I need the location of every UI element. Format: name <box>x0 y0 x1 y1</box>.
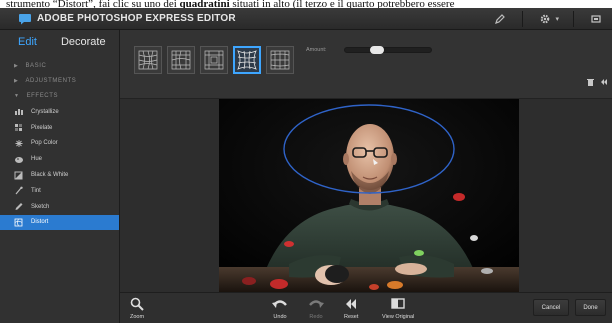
sidebar-item-crystallize[interactable]: Crystallize <box>0 104 119 120</box>
distort-options-bar: Amount: <box>120 30 612 99</box>
effects-list: Crystallize Pixelate Pop Color Hue Black… <box>0 104 119 231</box>
sidebar-item-label: Distort <box>31 219 49 226</box>
undo-icon <box>272 297 288 310</box>
view-original-label: View Original <box>382 314 415 320</box>
zoom-label: Zoom <box>130 314 145 320</box>
hue-icon <box>14 155 24 164</box>
sidebar-item-label: Black & White <box>31 172 69 179</box>
section-basic[interactable]: ▶ BASIC <box>0 58 119 73</box>
photoshop-express-editor: ADOBE PHOTOSHOP EXPRESS EDITOR ▾ Edit De… <box>0 8 612 323</box>
undo-label: Undo <box>273 314 287 320</box>
caption-text: strumento “Distort”, fai clic su uno dei <box>6 0 180 8</box>
section-label: EFFECTS <box>26 92 59 99</box>
reset-icon <box>345 297 357 310</box>
chevron-right-icon: ▶ <box>14 62 19 69</box>
cancel-button[interactable]: Cancel <box>533 299 569 316</box>
edit-sidebar: Edit Decorate ▶ BASIC ▶ ADJUSTMENTS ▼ EF… <box>0 30 120 323</box>
article-caption: strumento “Distort”, fai clic su uno dei… <box>0 0 612 8</box>
pixelate-icon <box>14 123 24 132</box>
title-bar: ADOBE PHOTOSHOP EXPRESS EDITOR ▾ <box>0 8 612 30</box>
distort-preset-4[interactable] <box>233 46 261 74</box>
divider <box>522 11 524 27</box>
panel-icons <box>587 78 608 88</box>
pen-icon[interactable] <box>492 12 508 26</box>
section-adjustments[interactable]: ▶ ADJUSTMENTS <box>0 73 119 88</box>
sidebar-item-pop-color[interactable]: Pop Color <box>0 136 119 152</box>
tab-decorate[interactable]: Decorate <box>61 36 106 48</box>
section-label: ADJUSTMENTS <box>25 77 77 84</box>
sidebar-item-pixelate[interactable]: Pixelate <box>0 120 119 136</box>
distort-preset-5[interactable] <box>266 46 294 74</box>
sidebar-item-label: Pop Color <box>31 140 58 147</box>
collapse-panel-icon[interactable] <box>600 78 608 88</box>
redo-button[interactable]: Redo <box>308 297 324 320</box>
chevron-down-icon[interactable]: ▾ <box>555 15 559 23</box>
app-title: ADOBE PHOTOSHOP EXPRESS EDITOR <box>37 13 236 24</box>
chevron-down-icon: ▼ <box>14 92 20 99</box>
view-original-icon <box>391 297 405 310</box>
sidebar-item-label: Pixelate <box>31 124 53 131</box>
section-effects[interactable]: ▼ EFFECTS <box>0 88 119 103</box>
tint-icon <box>14 186 24 195</box>
sketch-icon <box>14 202 24 211</box>
sidebar-item-sketch[interactable]: Sketch <box>0 199 119 215</box>
sidebar-item-black-white[interactable]: Black & White <box>0 167 119 183</box>
distort-preset-2[interactable] <box>167 46 195 74</box>
mode-tabs: Edit Decorate <box>0 30 119 54</box>
undo-button[interactable]: Undo <box>272 297 288 320</box>
distort-preset-3[interactable] <box>200 46 228 74</box>
reset-button[interactable]: Reset <box>344 297 358 320</box>
pop-color-icon <box>14 139 24 148</box>
sidebar-item-hue[interactable]: Hue <box>0 151 119 167</box>
edited-photo <box>219 99 519 292</box>
sidebar-item-tint[interactable]: Tint <box>0 183 119 199</box>
gear-icon[interactable] <box>537 12 553 26</box>
amount-label: Amount: <box>306 47 327 53</box>
sidebar-item-label: Hue <box>31 156 43 163</box>
crystallize-icon <box>14 107 24 116</box>
trash-icon[interactable] <box>587 78 594 88</box>
chevron-right-icon: ▶ <box>14 77 19 84</box>
distort-presets <box>134 46 294 74</box>
zoom-icon <box>130 297 144 311</box>
bottom-action-bar: Zoom Undo Redo Reset View Original Cance… <box>120 292 612 323</box>
sidebar-item-label: Sketch <box>31 203 50 210</box>
divider <box>573 11 574 27</box>
window-controls: ▾ <box>492 11 604 27</box>
black-white-icon <box>14 171 24 180</box>
caption-bold-text: quadratini <box>179 0 230 8</box>
tab-edit[interactable]: Edit <box>18 36 37 48</box>
amount-slider[interactable] <box>344 46 432 54</box>
redo-icon <box>308 297 324 310</box>
image-canvas[interactable] <box>120 99 612 292</box>
fullscreen-icon[interactable] <box>588 12 604 26</box>
distort-icon <box>14 218 24 227</box>
done-button[interactable]: Done <box>575 299 606 316</box>
distort-preset-1[interactable] <box>134 46 162 74</box>
amount-slider-handle[interactable] <box>370 46 384 54</box>
caption-text-end: situati in alto (il terzo e il quarto po… <box>229 0 455 8</box>
photoshop-express-logo-icon <box>18 13 32 25</box>
section-label: BASIC <box>25 62 47 69</box>
view-original-button[interactable]: View Original <box>382 297 414 320</box>
reset-label: Reset <box>344 314 359 320</box>
redo-label: Redo <box>309 314 323 320</box>
sidebar-item-label: Tint <box>31 187 41 194</box>
zoom-button[interactable]: Zoom <box>130 297 144 320</box>
sidebar-item-label: Crystallize <box>31 108 59 115</box>
sidebar-item-distort[interactable]: Distort <box>0 214 119 231</box>
